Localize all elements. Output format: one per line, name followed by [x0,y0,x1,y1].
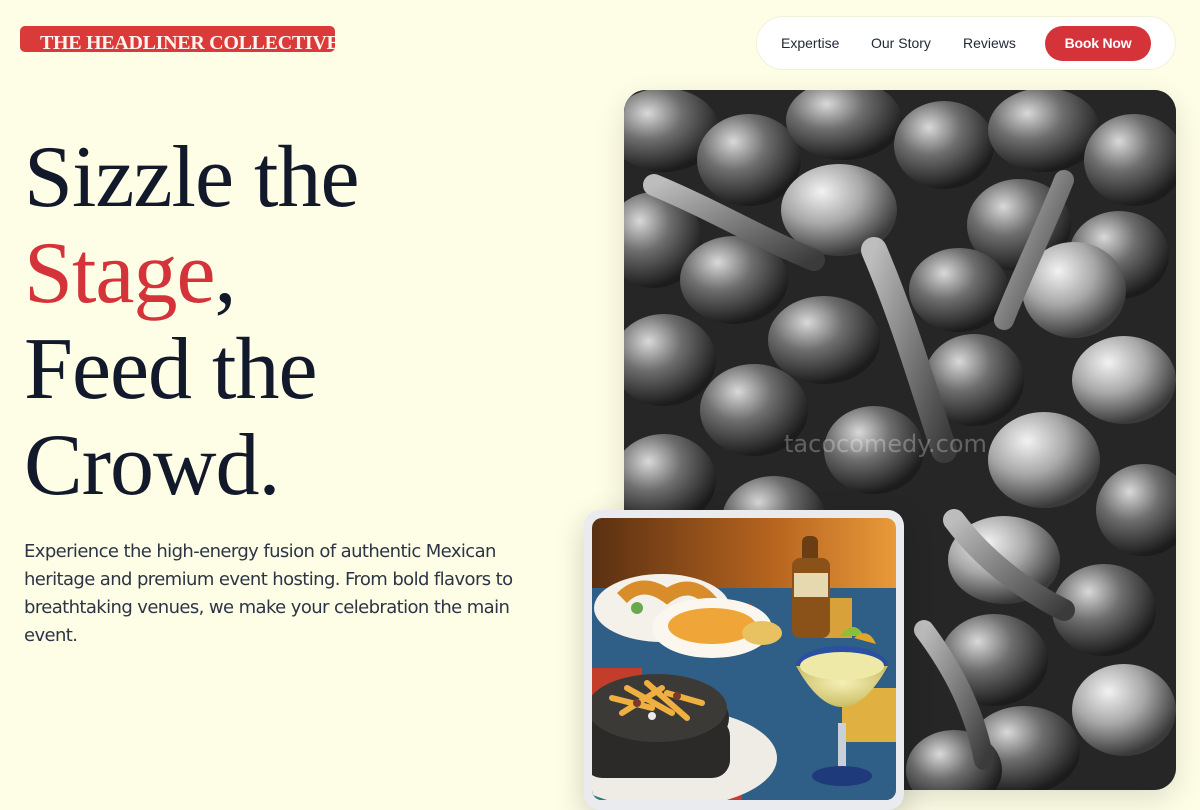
nav-link-reviews[interactable]: Reviews [963,17,1016,69]
food-illustration [592,518,896,800]
brand-logo[interactable]: THE HEADLINER COLLECTIVE [20,26,335,52]
food-photo [592,518,896,800]
book-now-button[interactable]: Book Now [1045,26,1151,61]
food-photo-card [584,510,904,810]
headline-line-4: Crowd. [24,417,281,514]
hero-headline: Sizzle the Stage, Feed the Crowd. [24,129,360,514]
nav-link-our-story[interactable]: Our Story [871,17,931,69]
headline-accent-word: Stage [24,225,216,322]
watermark-text: tacocomedy.com [784,430,987,458]
headline-line-3: Feed the [24,321,318,418]
headline-line-1: Sizzle the [24,129,360,226]
headline-accent-punct: , [214,225,237,322]
top-nav: Expertise Our Story Reviews Book Now [757,17,1175,69]
hero-description: Experience the high-energy fusion of aut… [24,541,513,646]
nav-link-expertise[interactable]: Expertise [781,17,839,69]
